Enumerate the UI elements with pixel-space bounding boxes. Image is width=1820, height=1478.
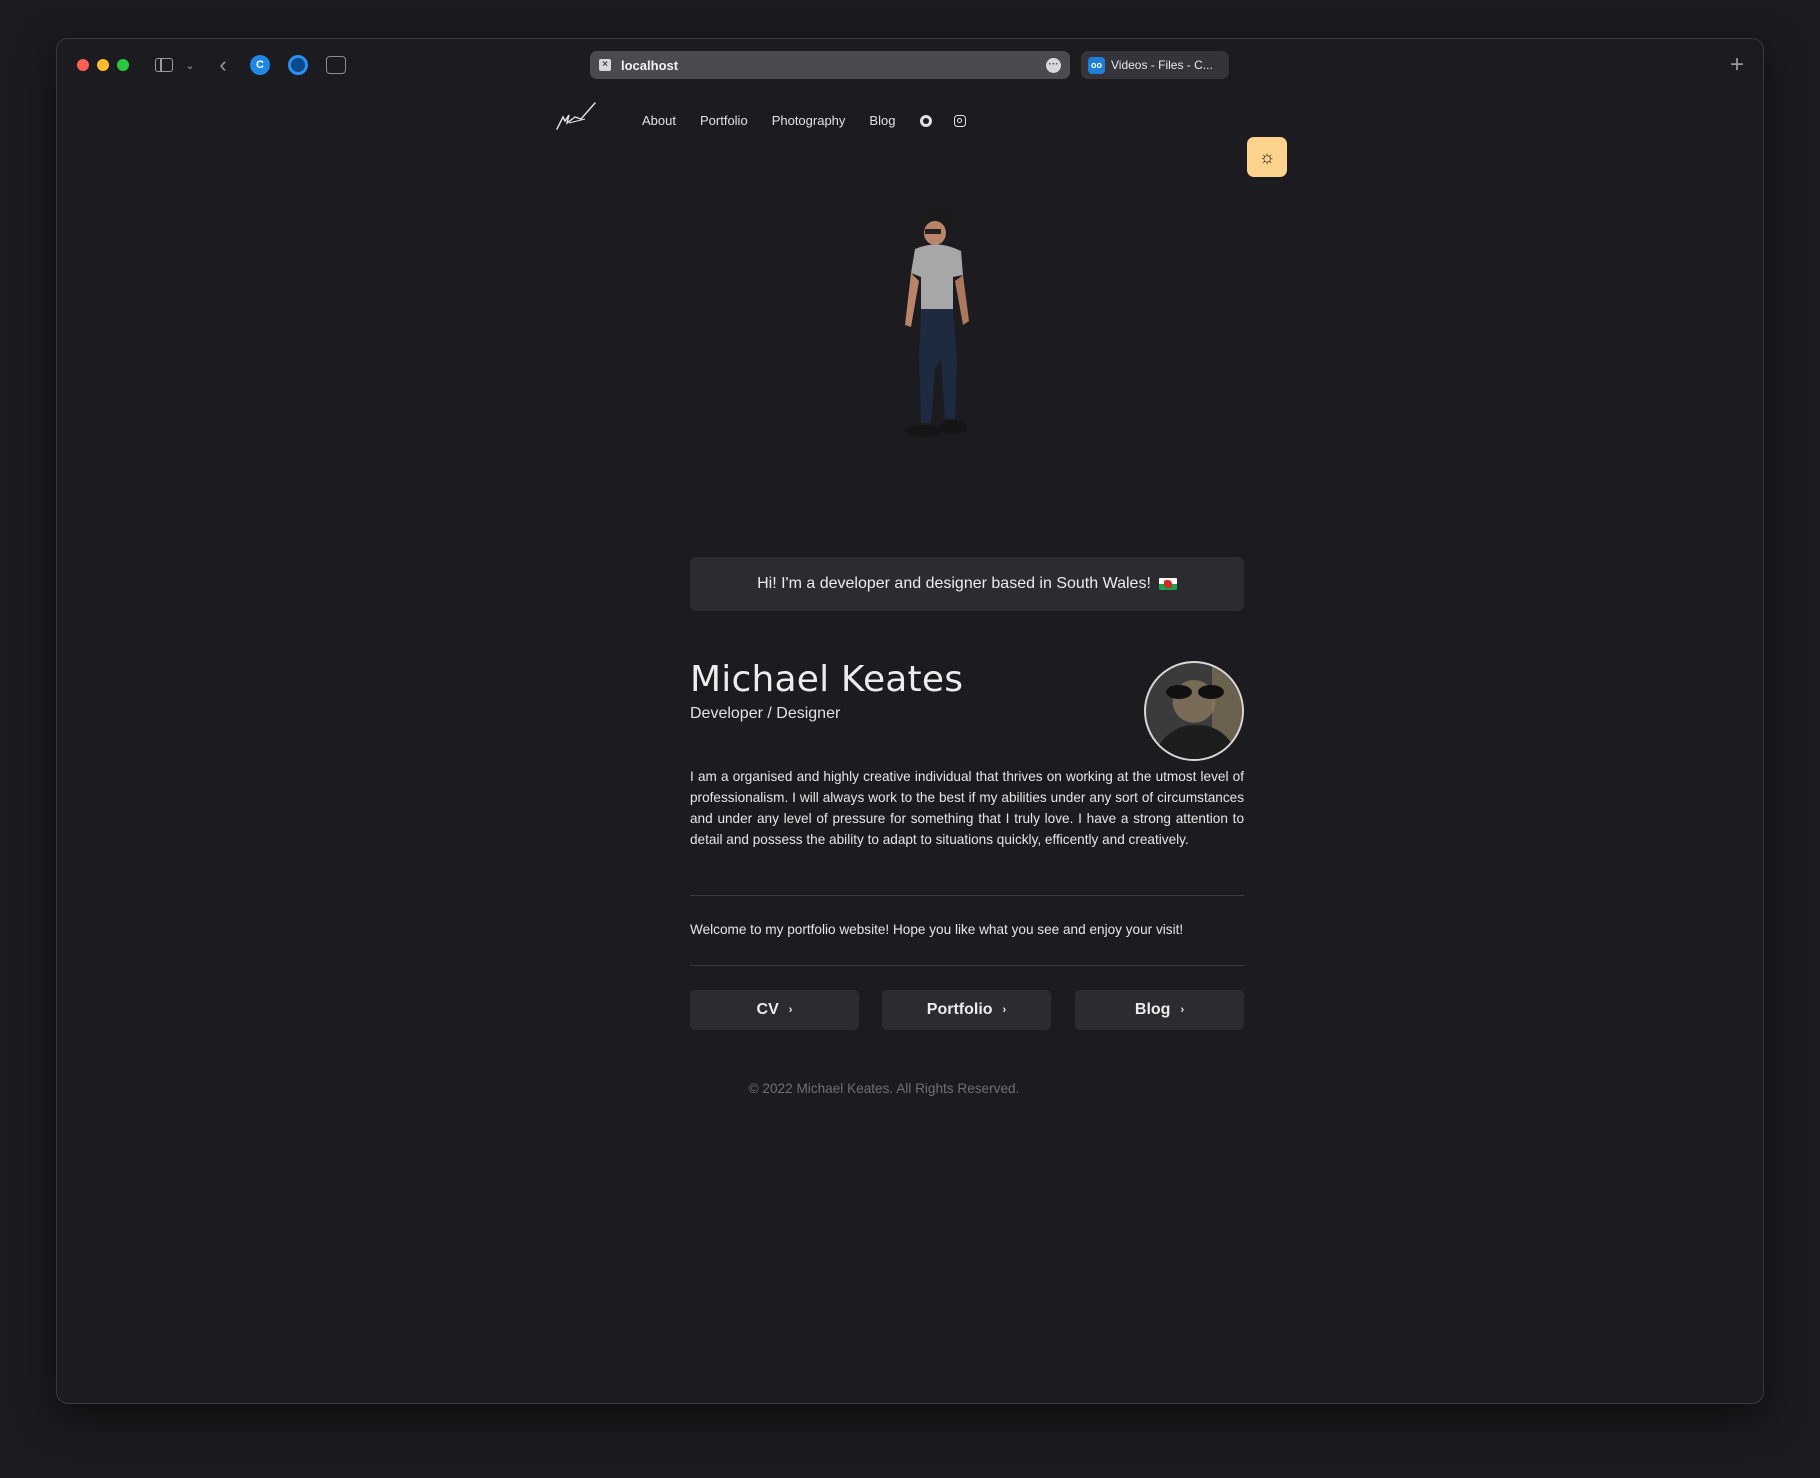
3d-avatar-model <box>905 207 969 437</box>
signature-logo-icon[interactable] <box>555 99 599 133</box>
browser-window: ⌄ ‹ C × localhost ··· oo Videos - Files … <box>56 38 1764 1404</box>
address-bar[interactable]: × localhost ··· <box>590 51 1070 79</box>
close-window-button[interactable] <box>77 59 89 71</box>
nav-link-blog[interactable]: Blog <box>869 113 895 128</box>
nav-link-about[interactable]: About <box>642 113 676 128</box>
instagram-icon[interactable] <box>953 114 967 128</box>
bio-paragraph: I am a organised and highly creative ind… <box>690 769 1244 847</box>
chevron-down-icon[interactable]: ⌄ <box>183 53 197 77</box>
url-text: localhost <box>621 57 679 73</box>
nav-link-photography[interactable]: Photography <box>772 113 846 128</box>
cv-button[interactable]: CV › <box>690 990 859 1030</box>
blog-button[interactable]: Blog › <box>1075 990 1244 1030</box>
minimize-window-button[interactable] <box>97 59 109 71</box>
extension-icon[interactable]: C <box>250 55 270 75</box>
sun-icon: ☼ <box>1258 146 1276 167</box>
sidebar-toggle-icon[interactable] <box>153 53 175 77</box>
portfolio-button-label: Portfolio <box>926 1001 993 1018</box>
nav-link-portfolio[interactable]: Portfolio <box>700 113 748 128</box>
cv-button-label: CV <box>756 1001 779 1018</box>
new-tab-icon[interactable]: + <box>1725 51 1749 79</box>
browser-tab[interactable]: oo Videos - Files - C... <box>1081 51 1229 79</box>
blog-button-label: Blog <box>1134 1001 1171 1018</box>
tab-title: Videos - Files - C... <box>1111 58 1213 72</box>
intro-text: Hi! I'm a developer and designer based i… <box>757 575 1151 592</box>
copyright-text: © 2022 Michael Keates. All Rights Reserv… <box>748 1081 1020 1096</box>
back-arrow-icon[interactable]: ‹ <box>215 52 231 77</box>
welcome-text: Welcome to my portfolio website! Hope yo… <box>690 922 1184 937</box>
site-nav: About Portfolio Photography Blog <box>57 91 1763 155</box>
portfolio-button[interactable]: Portfolio › <box>882 990 1051 1030</box>
divider <box>690 965 1244 966</box>
theme-toggle-button[interactable]: ☼ <box>1247 137 1287 177</box>
maximize-window-button[interactable] <box>117 59 129 71</box>
welsh-flag-icon <box>1158 578 1177 590</box>
intro-banner: Hi! I'm a developer and designer based i… <box>690 557 1244 611</box>
extension-icon[interactable] <box>288 55 308 75</box>
profile-name: Michael Keates <box>690 659 964 700</box>
divider <box>690 895 1244 896</box>
github-icon[interactable] <box>919 114 933 128</box>
profile-photo <box>1144 661 1244 761</box>
site-favicon-icon: × <box>599 59 611 71</box>
chevron-right-icon: › <box>1002 1004 1007 1016</box>
chevron-right-icon: › <box>1180 1004 1185 1016</box>
page-content: About Portfolio Photography Blog ☼ Hi! I… <box>57 91 1763 1403</box>
footer: © 2022 Michael Keates. All Rights Reserv… <box>57 1081 1763 1096</box>
browser-toolbar: ⌄ ‹ C × localhost ··· oo Videos - Files … <box>57 39 1763 91</box>
more-options-icon[interactable]: ··· <box>1046 58 1061 73</box>
profile-role: Developer / Designer <box>690 705 841 722</box>
extension-icon[interactable] <box>326 56 346 74</box>
nextcloud-icon: oo <box>1088 56 1105 74</box>
chevron-right-icon: › <box>788 1004 793 1016</box>
